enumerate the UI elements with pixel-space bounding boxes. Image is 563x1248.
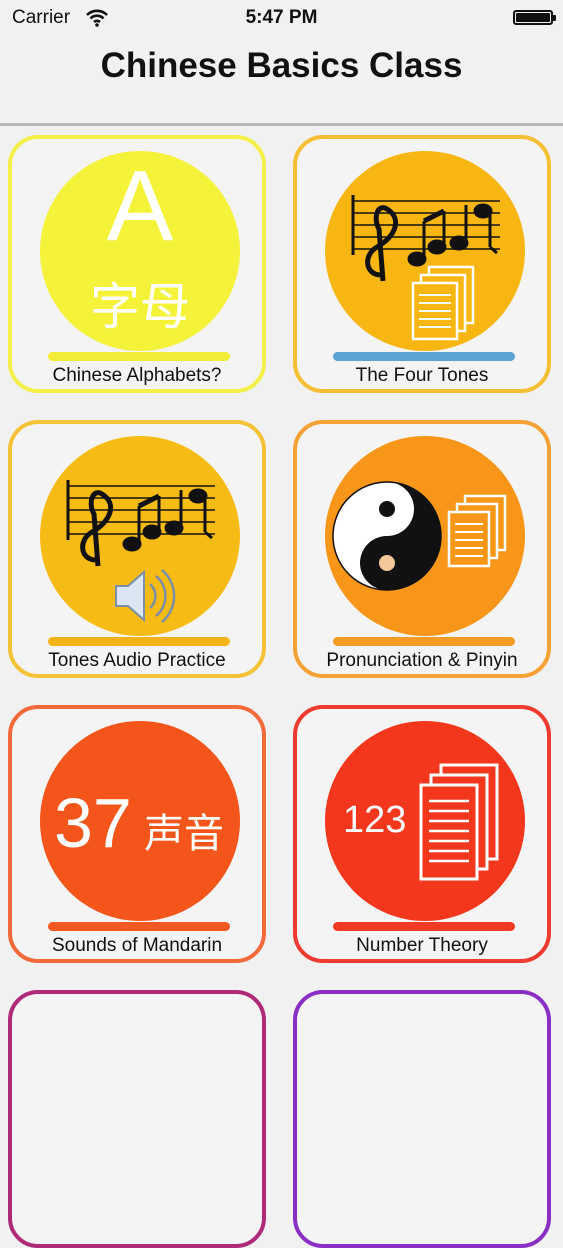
alphabet-icon: A 字母 xyxy=(40,151,240,351)
speaker-icon xyxy=(115,569,176,623)
tile-tones-audio[interactable]: Tones Audio Practice xyxy=(8,420,266,678)
tile-circle xyxy=(40,436,240,636)
tile-partial[interactable] xyxy=(8,990,266,1248)
sounds-number: 37 xyxy=(54,784,132,862)
tile-partial[interactable] xyxy=(293,990,551,1248)
tile-circle xyxy=(325,436,525,636)
tile-bar xyxy=(48,637,230,646)
status-bar: Carrier 5:47 PM xyxy=(0,0,563,36)
tile-bar xyxy=(333,922,515,931)
alphabet-letter: A xyxy=(106,151,174,262)
tile-label: Sounds of Mandarin xyxy=(51,935,223,956)
sounds-chars: 声音 xyxy=(144,812,224,856)
tile-bar xyxy=(333,637,515,646)
document-icon xyxy=(447,494,507,568)
tile-label: Number Theory xyxy=(356,935,488,956)
tile-four-tones[interactable]: The Four Tones xyxy=(293,135,551,393)
tile-bar xyxy=(48,352,230,361)
alphabet-chars: 字母 xyxy=(90,279,190,335)
clock: 5:47 PM xyxy=(245,7,318,28)
tile-circle xyxy=(325,151,525,351)
tile-label: The Four Tones xyxy=(355,365,489,386)
tile-sounds-of-mandarin[interactable]: 37 声音 Sounds of Mandarin xyxy=(8,705,266,963)
tile-pronunciation-pinyin[interactable]: Pronunciation & Pinyin xyxy=(293,420,551,678)
battery-icon xyxy=(513,10,556,25)
document-icon xyxy=(419,763,499,881)
page-title: Chinese Basics Class xyxy=(100,46,463,85)
document-icon xyxy=(411,265,475,341)
tile-label: Pronunciation & Pinyin xyxy=(326,650,518,671)
tile-bar xyxy=(48,922,230,931)
tile-circle: 123 xyxy=(325,721,525,921)
tile-bar xyxy=(333,352,515,361)
tile-label: Tones Audio Practice xyxy=(48,650,226,671)
tile-circle: 37 声音 xyxy=(40,721,240,921)
tile-label: Chinese Alphabets? xyxy=(52,365,222,386)
tile-chinese-alphabets[interactable]: A 字母 Chinese Alphabets? xyxy=(8,135,266,393)
tile-number-theory[interactable]: 123 Number Theory xyxy=(293,705,551,963)
nav-divider xyxy=(0,123,563,126)
